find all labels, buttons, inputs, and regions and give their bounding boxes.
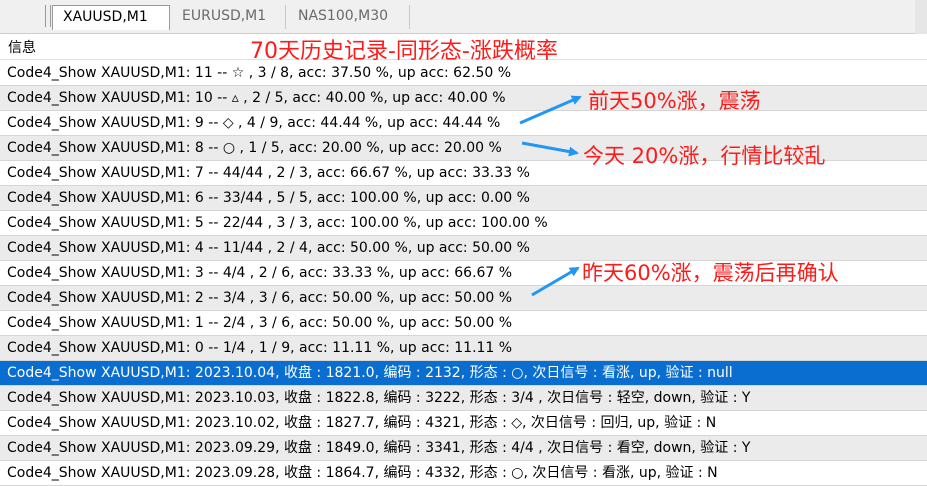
tab-bar-corner xyxy=(915,0,927,34)
annotation-note-2: 今天 20%涨，行情比较乱 xyxy=(583,144,826,168)
list-item[interactable]: Code4_Show XAUUSD,M1: 2023.10.04, 收盘 : 1… xyxy=(0,361,927,386)
list-item[interactable]: Code4_Show XAUUSD,M1: 2023.09.28, 收盘 : 1… xyxy=(0,461,927,486)
tab-bar-grip[interactable] xyxy=(45,5,51,27)
tab-nas100-m30[interactable]: NAS100,M30 xyxy=(288,5,410,29)
list-item[interactable]: Code4_Show XAUUSD,M1: 2 -- 3/4 , 3 / 6, … xyxy=(0,286,927,311)
annotation-title: 70天历史记录-同形态-涨跌概率 xyxy=(250,39,558,64)
list-item[interactable]: Code4_Show XAUUSD,M1: 2023.09.29, 收盘 : 1… xyxy=(0,436,927,461)
annotation-note-3: 昨天60%涨，震荡后再确认 xyxy=(582,261,839,285)
list-item[interactable]: Code4_Show XAUUSD,M1: 2023.10.03, 收盘 : 1… xyxy=(0,386,927,411)
list-item[interactable]: Code4_Show XAUUSD,M1: 10 -- ▵ , 2 / 5, a… xyxy=(0,86,927,111)
list-item[interactable]: Code4_Show XAUUSD,M1: 2023.10.02, 收盘 : 1… xyxy=(0,411,927,436)
tab-eurusd-m1[interactable]: EURUSD,M1 xyxy=(172,5,286,29)
list-item[interactable]: Code4_Show XAUUSD,M1: 1 -- 2/4 , 3 / 6, … xyxy=(0,311,927,336)
list-item[interactable]: Code4_Show XAUUSD,M1: 5 -- 22/44 , 3 / 3… xyxy=(0,211,927,236)
tab-xauusd-m1[interactable]: XAUUSD,M1 xyxy=(52,5,170,30)
list-item[interactable]: Code4_Show XAUUSD,M1: 9 -- ◇ , 4 / 9, ac… xyxy=(0,111,927,136)
tab-bar: XAUUSD,M1 EURUSD,M1 NAS100,M30 xyxy=(0,0,927,34)
list-item[interactable]: Code4_Show XAUUSD,M1: 6 -- 33/44 , 5 / 5… xyxy=(0,186,927,211)
list-item[interactable]: Code4_Show XAUUSD,M1: 0 -- 1/4 , 1 / 9, … xyxy=(0,336,927,361)
annotation-note-1: 前天50%涨，震荡 xyxy=(588,89,761,113)
